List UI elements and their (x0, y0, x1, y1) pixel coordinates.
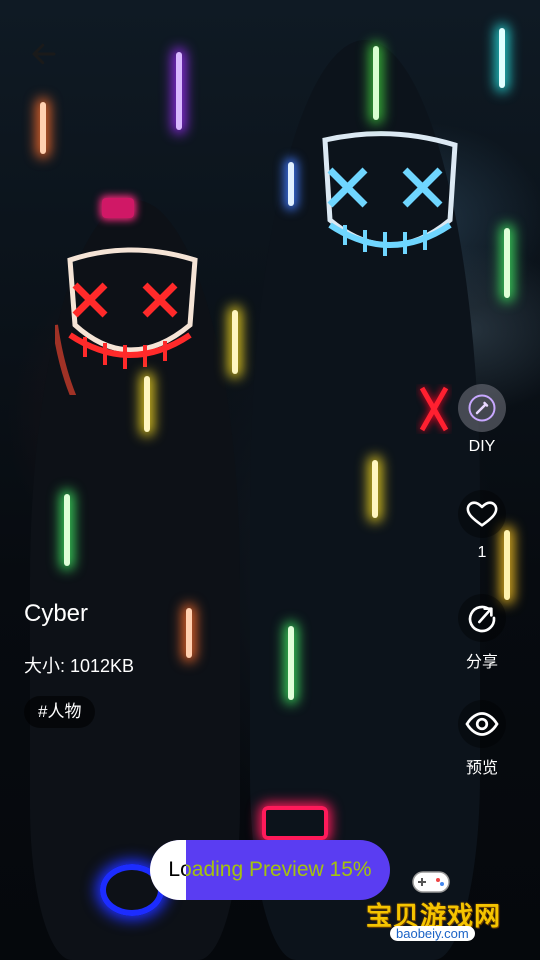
neon-stick (176, 52, 182, 130)
neon-stick (499, 28, 505, 88)
diy-button[interactable] (458, 384, 506, 432)
like-button[interactable] (458, 490, 506, 538)
wallpaper-title: Cyber (24, 600, 89, 627)
like-action[interactable]: 1 (454, 490, 510, 562)
diy-action[interactable]: DIY (454, 384, 510, 456)
loading-preview-text: Loading Preview 15% (168, 858, 372, 881)
neon-stick (144, 376, 150, 432)
neon-stick (373, 46, 379, 120)
diy-label: DIY (468, 438, 496, 455)
neon-stick (372, 460, 378, 518)
share-label: 分享 (465, 654, 498, 671)
back-button[interactable] (26, 36, 62, 72)
wallpaper-size: 大小: 1012KB (24, 656, 135, 676)
neon-stick (186, 608, 192, 658)
category-tag[interactable]: #人物 (24, 696, 96, 728)
blue-mask-image (322, 131, 458, 256)
wallpaper-background (0, 0, 540, 960)
share-action[interactable]: 分享 (454, 594, 510, 672)
site-watermark-logo: 宝贝游戏网 baobeiy.com (360, 866, 510, 952)
preview-button[interactable] (458, 700, 506, 748)
red-x-shape (419, 386, 449, 432)
share-button[interactable] (458, 594, 506, 642)
gamepad-icon (412, 871, 450, 893)
preview-action[interactable]: 预览 (454, 700, 510, 778)
like-count: 1 (477, 544, 487, 561)
neon-stick (288, 626, 294, 700)
watermark-url: baobeiy.com (390, 926, 475, 941)
neon-stick (288, 162, 294, 206)
pink-neon-shape (262, 806, 328, 840)
pencil-icon (468, 394, 496, 422)
red-mask-image (55, 247, 198, 395)
neon-stick (504, 228, 510, 298)
preview-label: 预览 (465, 760, 498, 777)
loading-preview-progress: Loading Preview 15% (150, 840, 390, 900)
pink-neon-badge (102, 198, 134, 218)
neon-stick (40, 102, 46, 154)
eye-icon (465, 712, 499, 736)
neon-stick (232, 310, 238, 374)
neon-stick (64, 494, 70, 566)
share-icon (468, 605, 496, 633)
heart-icon (466, 501, 498, 527)
arrow-left-icon (32, 43, 56, 65)
